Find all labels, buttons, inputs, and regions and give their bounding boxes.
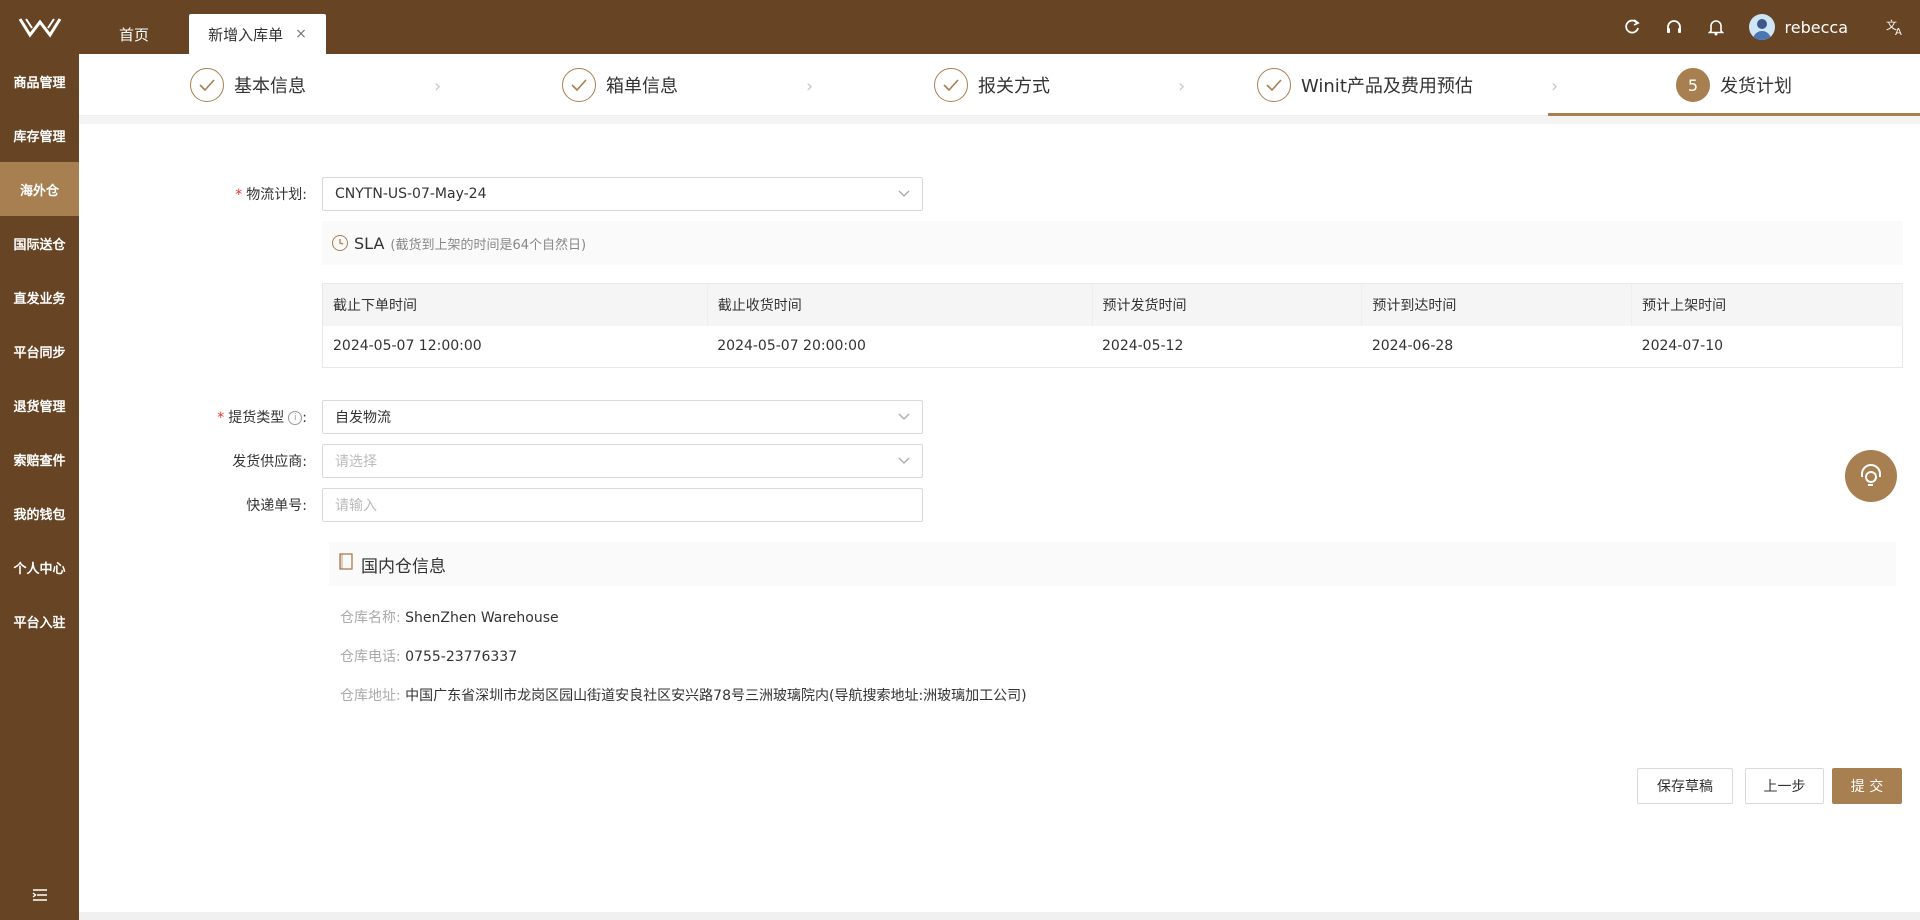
refresh-icon[interactable] — [1611, 0, 1653, 54]
step-basic-info[interactable]: 基本信息 — [190, 54, 306, 116]
sidebar-item-wallet[interactable]: 我的钱包 — [0, 486, 79, 540]
step-label: 报关方式 — [978, 76, 1050, 97]
bell-icon[interactable] — [1695, 0, 1737, 54]
top-bar: 首页 新增入库单 × rebecca 文A — [0, 0, 1920, 54]
username: rebecca — [1784, 17, 1848, 37]
check-icon — [934, 68, 968, 102]
check-icon — [562, 68, 596, 102]
collapse-menu-icon[interactable] — [0, 880, 79, 910]
pickup-type-value: 自发物流 — [335, 410, 391, 426]
supplier-select[interactable]: 请选择 — [322, 444, 923, 478]
sidebar-item-claims[interactable]: 索赔查件 — [0, 432, 79, 486]
tracking-no-placeholder: 请输入 — [335, 498, 377, 514]
save-draft-button[interactable]: 保存草稿 — [1637, 768, 1733, 804]
step-product-fee[interactable]: Winit产品及费用预估 — [1257, 54, 1473, 116]
table-row: 2024-05-07 12:00:00 2024-05-07 20:00:00 … — [323, 326, 1903, 368]
required-marker: * — [235, 187, 243, 203]
step-shipping-plan[interactable]: 5 发货计划 — [1676, 54, 1792, 116]
sidebar-item-overseas-warehouse[interactable]: 海外仓 — [0, 162, 79, 216]
sidebar-item-platform-sync[interactable]: 平台同步 — [0, 324, 79, 378]
column-header: 截止收货时间 — [707, 283, 1093, 326]
sidebar-item-international[interactable]: 国际送仓 — [0, 216, 79, 270]
sla-note: (截货到上架的时间是64个自然日) — [390, 237, 587, 253]
logistics-plan-select[interactable]: CNYTN-US-07-May-24 — [322, 177, 923, 211]
chevron-down-icon — [898, 410, 910, 424]
chevron-right-icon: › — [806, 76, 814, 97]
tracking-no-label: 快递单号: — [246, 498, 307, 514]
chevron-right-icon: › — [434, 76, 442, 97]
sidebar-item-platform-join[interactable]: 平台入驻 — [0, 594, 79, 648]
tab-label: 新增入库单 — [208, 25, 284, 44]
bottom-divider — [79, 912, 1920, 920]
chevron-down-icon — [898, 187, 910, 201]
sidebar-item-returns[interactable]: 退货管理 — [0, 378, 79, 432]
info-icon[interactable]: i — [288, 411, 303, 425]
translate-icon[interactable]: 文A — [1870, 0, 1920, 54]
required-marker: * — [217, 410, 225, 426]
check-icon — [1257, 68, 1291, 102]
chevron-down-icon — [898, 454, 910, 468]
chevron-right-icon: › — [1178, 76, 1186, 97]
column-header: 截止下单时间 — [322, 283, 708, 326]
document-icon — [339, 553, 353, 575]
logistics-plan-label: * 物流计划: — [235, 187, 307, 203]
pickup-type-select[interactable]: 自发物流 — [322, 400, 923, 434]
step-customs[interactable]: 报关方式 — [934, 54, 1050, 116]
domestic-warehouse-header: 国内仓信息 — [329, 542, 1896, 586]
tracking-no-input[interactable]: 请输入 — [322, 488, 923, 522]
clock-icon — [332, 235, 348, 251]
sidebar-item-direct[interactable]: 直发业务 — [0, 270, 79, 324]
step-label: 箱单信息 — [606, 76, 678, 97]
column-header: 预计到达时间 — [1361, 283, 1633, 326]
column-header: 预计上架时间 — [1631, 283, 1903, 326]
table-cell: 2024-07-10 — [1641, 338, 1724, 355]
submit-button[interactable]: 提 交 — [1832, 768, 1902, 804]
user-menu[interactable]: rebecca — [1748, 14, 1848, 40]
warehouse-phone-row: 仓库电话: 0755-23776337 — [340, 649, 518, 665]
step-label: 发货计划 — [1720, 76, 1792, 97]
table-header-row: 截止下单时间 截止收货时间 预计发货时间 预计到达时间 预计上架时间 — [322, 283, 1903, 326]
step-label: 基本信息 — [234, 76, 306, 97]
supplier-placeholder: 请选择 — [335, 454, 377, 470]
tab-home[interactable]: 首页 — [96, 14, 172, 54]
table-cell: 2024-05-07 12:00:00 — [333, 338, 482, 355]
sidebar-item-inventory[interactable]: 库存管理 — [0, 108, 79, 162]
tab-new-inbound-order[interactable]: 新增入库单 × — [189, 14, 326, 54]
supplier-label: 发货供应商: — [232, 454, 307, 470]
top-right-tools: rebecca 文A — [1611, 0, 1920, 54]
table-cell: 2024-05-12 — [1102, 338, 1184, 355]
headset-icon[interactable] — [1653, 0, 1695, 54]
logistics-plan-value: CNYTN-US-07-May-24 — [335, 186, 487, 202]
step-number-badge: 5 — [1676, 68, 1710, 102]
column-header: 预计发货时间 — [1092, 283, 1363, 326]
logo-icon — [18, 18, 61, 38]
close-icon[interactable]: × — [295, 26, 307, 42]
avatar — [1748, 14, 1775, 40]
sla-table: 截止下单时间 截止收货时间 预计发货时间 预计到达时间 预计上架时间 2024-… — [322, 283, 1903, 368]
step-label: Winit产品及费用预估 — [1301, 76, 1473, 97]
stepper: 基本信息 › 箱单信息 › 报关方式 › Winit产品及费用预估 › 5 发货… — [79, 54, 1920, 116]
sla-title: SLA — [354, 233, 385, 253]
sla-info: SLA (截货到上架的时间是64个自然日) — [322, 221, 1903, 265]
table-cell: 2024-05-07 20:00:00 — [717, 338, 866, 355]
sidebar-item-goods[interactable]: 商品管理 — [0, 54, 79, 108]
warehouse-name-row: 仓库名称: ShenZhen Warehouse — [340, 610, 559, 626]
warehouse-title: 国内仓信息 — [361, 556, 446, 577]
step-packing-list[interactable]: 箱单信息 — [562, 54, 678, 116]
warehouse-address-row: 仓库地址: 中国广东省深圳市龙岗区园山街道安良社区安兴路78号三洲玻璃院内(导航… — [340, 688, 1027, 704]
pickup-type-label: * 提货类型 i: — [217, 410, 307, 426]
check-icon — [190, 68, 224, 102]
svg-text:A: A — [1895, 27, 1902, 36]
sidebar: 商品管理 库存管理 海外仓 国际送仓 直发业务 平台同步 退货管理 索赔查件 我… — [0, 54, 79, 920]
customer-service-icon[interactable] — [1845, 450, 1897, 502]
table-cell: 2024-06-28 — [1371, 338, 1454, 355]
prev-step-button[interactable]: 上一步 — [1745, 768, 1824, 804]
main-content: 基本信息 › 箱单信息 › 报关方式 › Winit产品及费用预估 › 5 发货… — [79, 54, 1920, 920]
logo[interactable] — [0, 0, 79, 54]
sidebar-item-profile[interactable]: 个人中心 — [0, 540, 79, 594]
divider — [79, 116, 1920, 124]
chevron-right-icon: › — [1551, 76, 1559, 97]
